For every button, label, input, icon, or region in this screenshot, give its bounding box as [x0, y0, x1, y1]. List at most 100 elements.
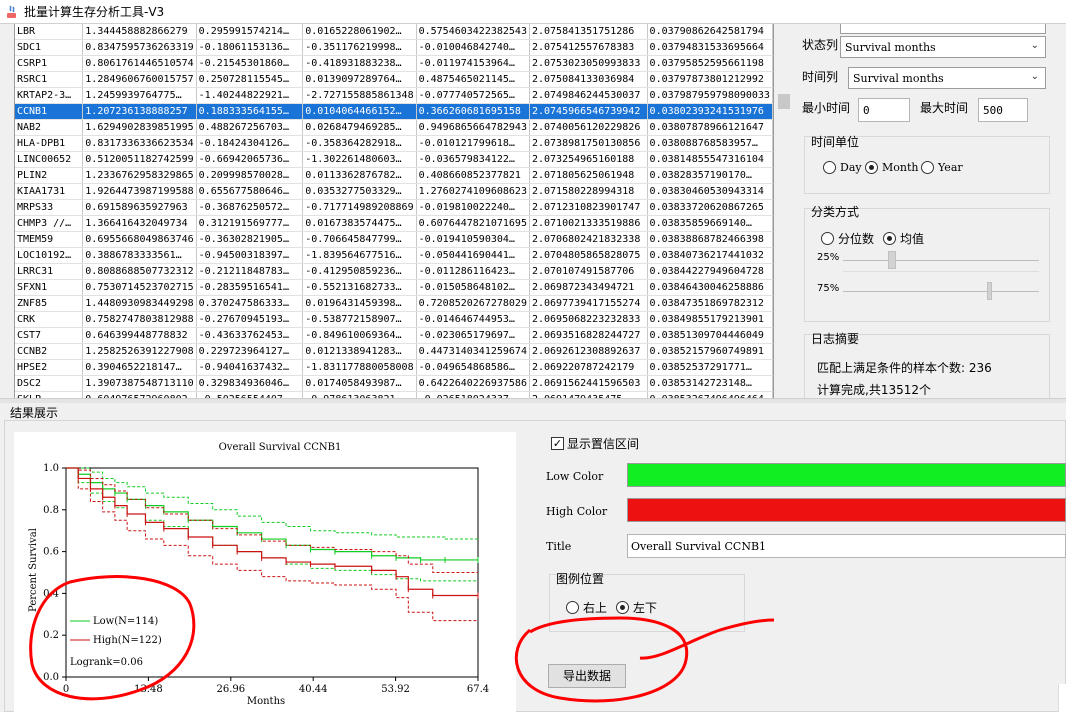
- max-time-input[interactable]: 500: [978, 98, 1028, 122]
- table-cell-value[interactable]: 2.0753023050993833: [529, 55, 648, 72]
- table-cell-gene[interactable]: RSRC1: [15, 71, 84, 88]
- table-cell-value[interactable]: -0.21211848783…: [196, 263, 304, 280]
- table-cell-value[interactable]: 0.7208520267278029: [416, 295, 530, 312]
- table-cell-value[interactable]: 0.03852537291771…: [647, 359, 773, 376]
- table-cell-value[interactable]: 0.4473140341259674: [416, 343, 530, 360]
- chart-title-input[interactable]: Overall Survival CCNB1: [627, 534, 1066, 558]
- table-row[interactable]: DSC2 1.3907387548713110 0.329834936046… 0.0…: [15, 375, 773, 392]
- table-cell-value[interactable]: 2.069872343494721: [529, 279, 648, 296]
- table-cell-gene[interactable]: LINC00652: [15, 151, 84, 168]
- table-row[interactable]: HPSE2 0.3904652218147… -0.94041637432… -1.8…: [15, 359, 773, 376]
- table-cell-value[interactable]: 2.0693516828244727: [529, 327, 648, 344]
- table-cell-value[interactable]: 0.03844227949604728: [647, 263, 773, 280]
- table-row[interactable]: LINC00652 0.5120051182742599 -0.6694206573…: [15, 151, 773, 168]
- results-grid[interactable]: LBR 1.344458882866279 0.295991574214… 0.016…: [15, 24, 773, 398]
- table-cell-value[interactable]: 1.2760274109608623: [416, 183, 530, 200]
- table-cell-value[interactable]: -1.839564677516…: [302, 247, 417, 264]
- table-cell-value[interactable]: 0.655677580646…: [196, 183, 304, 200]
- table-cell-gene[interactable]: LOC10192…: [15, 247, 84, 264]
- table-cell-value[interactable]: 2.070107491587706: [529, 263, 648, 280]
- table-vertical-scrollbar[interactable]: [776, 24, 792, 398]
- table-row[interactable]: PLIN2 1.2336762958329865 0.209998570028… 0.…: [15, 167, 773, 184]
- table-cell-value[interactable]: -0.36302821905…: [196, 231, 304, 248]
- table-cell-value[interactable]: 2.0710021333519886: [529, 215, 648, 232]
- table-cell-value[interactable]: 0.646399448778832: [82, 327, 197, 344]
- table-cell-value[interactable]: -0.28359516541…: [196, 279, 304, 296]
- table-cell-value[interactable]: -0.66942065736…: [196, 151, 304, 168]
- table-cell-value[interactable]: 0.0121338941283…: [302, 343, 417, 360]
- table-cell-value[interactable]: -0.049654868586…: [416, 359, 530, 376]
- table-cell-value[interactable]: -0.27670945193…: [196, 311, 304, 328]
- table-row[interactable]: CST7 0.646399448778832 -0.43633762453… -0.8…: [15, 327, 773, 344]
- table-cell-value[interactable]: -1.40244822921…: [196, 87, 304, 104]
- table-cell-gene[interactable]: MRPS33: [15, 199, 84, 216]
- results-table[interactable]: LBR 1.344458882866279 0.295991574214… 0.016…: [14, 24, 774, 398]
- table-cell-value[interactable]: 0.03849855179213901: [647, 311, 773, 328]
- table-cell-value[interactable]: 2.075412557678383: [529, 39, 648, 56]
- table-cell-value[interactable]: 0.8061761446510574: [82, 55, 197, 72]
- table-cell-value[interactable]: 0.03795852595661198: [647, 55, 773, 72]
- table-cell-value[interactable]: -0.94500318397…: [196, 247, 304, 264]
- table-cell-value[interactable]: 2.0738981750130856: [529, 135, 648, 152]
- table-cell-value[interactable]: 0.5754603422382543: [416, 24, 530, 40]
- table-cell-value[interactable]: -0.412950859236…: [302, 263, 417, 280]
- table-cell-value[interactable]: -0.011286116423…: [416, 263, 530, 280]
- table-cell-value[interactable]: 0.0165228061902…: [302, 24, 417, 40]
- table-cell-value[interactable]: 2.073254965160188: [529, 151, 648, 168]
- table-cell-value[interactable]: -0.358364282918…: [302, 135, 417, 152]
- table-cell-value[interactable]: 1.4480930983449298: [82, 295, 197, 312]
- table-cell-value[interactable]: 2.0695068223232833: [529, 311, 648, 328]
- table-cell-value[interactable]: -0.849610069364…: [302, 327, 417, 344]
- table-row[interactable]: CRK 0.7582747803812988 -0.27670945193… -0.5…: [15, 311, 773, 328]
- table-cell-value[interactable]: -0.552131682733…: [302, 279, 417, 296]
- table-cell-value[interactable]: 0.03830460530943314: [647, 183, 773, 200]
- table-cell-value[interactable]: 0.6955668049863746: [82, 231, 197, 248]
- radio-month[interactable]: Month: [865, 161, 918, 174]
- table-cell-value[interactable]: 0.691589635927963: [82, 199, 197, 216]
- table-row[interactable]: SFXN1 0.7530714523702715 -0.28359516541… -0…: [15, 279, 773, 296]
- table-row[interactable]: CSRP1 0.8061761446510574 -0.21545301860… -0…: [15, 55, 773, 72]
- table-cell-value[interactable]: 2.071805625061948: [529, 167, 648, 184]
- table-cell-gene[interactable]: NAB2: [15, 119, 84, 136]
- table-row[interactable]: SDC1 0.8347595736263319 -0.18061153136… -0.…: [15, 39, 773, 56]
- status-col-select[interactable]: Survival months ⌄: [840, 36, 1046, 58]
- table-cell-value[interactable]: 1.2336762958329865: [82, 167, 197, 184]
- table-cell-gene[interactable]: CST7: [15, 327, 84, 344]
- slider-high-thumb[interactable]: [987, 282, 992, 300]
- table-row[interactable]: HLA-DPB1 0.8317336336623534 -0.18424304126…: [15, 135, 773, 152]
- table-cell-value[interactable]: -0.43633762453…: [196, 327, 304, 344]
- table-cell-value[interactable]: 2.069220787242179: [529, 359, 648, 376]
- table-cell-value[interactable]: 0.8317336336623534: [82, 135, 197, 152]
- table-cell-value[interactable]: 0.03840736217441032: [647, 247, 773, 264]
- table-cell-value[interactable]: 0.03851309704446049: [647, 327, 773, 344]
- table-cell-value[interactable]: 2.0749846244530037: [529, 87, 648, 104]
- table-cell-value[interactable]: 2.075084133036984: [529, 71, 648, 88]
- table-cell-value[interactable]: 1.2849606760015757: [82, 71, 197, 88]
- table-cell-value[interactable]: 0.7582747803812988: [82, 311, 197, 328]
- table-cell-value[interactable]: 0.5120051182742599: [82, 151, 197, 168]
- table-cell-value[interactable]: -0.351176219998…: [302, 39, 417, 56]
- table-cell-gene[interactable]: CHMP3 //…: [15, 215, 84, 232]
- table-row[interactable]: CCNB2 1.2582526391227908 0.229723964127… 0.…: [15, 343, 773, 360]
- table-cell-gene[interactable]: TMEM59: [15, 231, 84, 248]
- table-cell-gene[interactable]: LRRC31: [15, 263, 84, 280]
- table-cell-value[interactable]: 0.7530714523702715: [82, 279, 197, 296]
- table-cell-value[interactable]: 0.3886783333561…: [82, 247, 197, 264]
- table-cell-value[interactable]: 0.9496865664782943: [416, 119, 530, 136]
- table-cell-value[interactable]: 0.03852157960749891: [647, 343, 773, 360]
- table-cell-value[interactable]: 0.0174058493987…: [302, 375, 417, 392]
- table-cell-value[interactable]: 0.03802393241531976: [647, 103, 773, 120]
- table-cell-value[interactable]: 0.038088768583957…: [647, 135, 773, 152]
- table-cell-value[interactable]: 0.03846430046258886: [647, 279, 773, 296]
- table-cell-value[interactable]: 0.250728115545…: [196, 71, 304, 88]
- table-cell-value[interactable]: 1.3907387548713110: [82, 375, 197, 392]
- table-cell-value[interactable]: 2.0692612308892637: [529, 343, 648, 360]
- table-cell-value[interactable]: 0.03853142723148…: [647, 375, 773, 392]
- table-cell-value[interactable]: 0.0113362876782…: [302, 167, 417, 184]
- export-data-button[interactable]: 导出数据: [548, 664, 626, 688]
- table-cell-value[interactable]: 0.03833720620867265: [647, 199, 773, 216]
- table-cell-value[interactable]: 0.209998570028…: [196, 167, 304, 184]
- table-cell-value[interactable]: 0.366260681695158: [416, 103, 530, 120]
- table-row[interactable]: MRPS33 0.691589635927963 -0.36876250572… -0…: [15, 199, 773, 216]
- table-cell-value[interactable]: 2.0706802421832338: [529, 231, 648, 248]
